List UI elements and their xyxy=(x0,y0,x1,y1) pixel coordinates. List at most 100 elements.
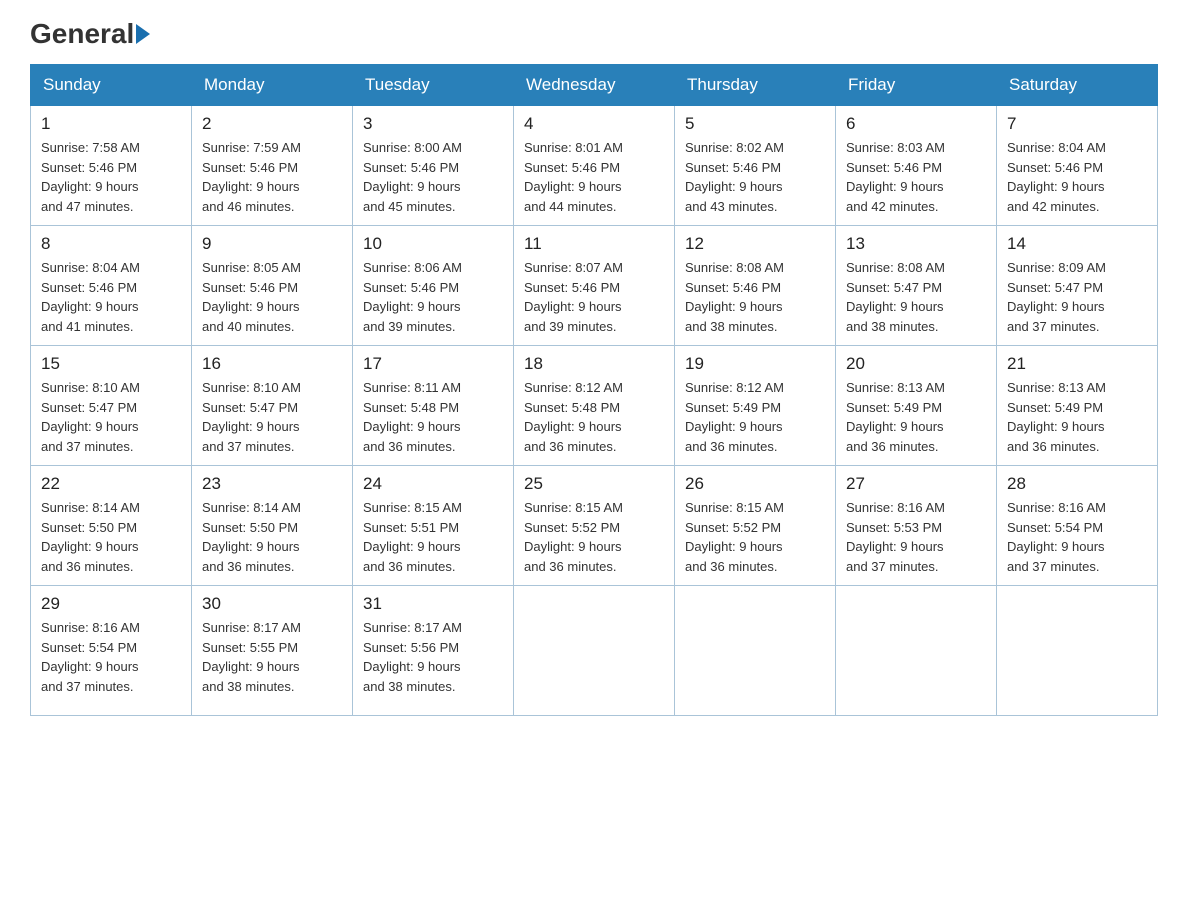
calendar-cell: 18 Sunrise: 8:12 AM Sunset: 5:48 PM Dayl… xyxy=(514,346,675,466)
day-number: 6 xyxy=(846,114,986,134)
weekday-header-monday: Monday xyxy=(192,65,353,106)
weekday-header-friday: Friday xyxy=(836,65,997,106)
day-number: 22 xyxy=(41,474,181,494)
calendar: SundayMondayTuesdayWednesdayThursdayFrid… xyxy=(30,64,1158,716)
header: General xyxy=(30,20,1158,44)
logo-general-text: General xyxy=(30,20,134,48)
day-info: Sunrise: 8:10 AM Sunset: 5:47 PM Dayligh… xyxy=(41,378,181,456)
day-number: 19 xyxy=(685,354,825,374)
calendar-cell xyxy=(675,586,836,716)
logo-arrow-icon xyxy=(136,24,150,44)
day-info: Sunrise: 8:08 AM Sunset: 5:46 PM Dayligh… xyxy=(685,258,825,336)
day-number: 15 xyxy=(41,354,181,374)
day-info: Sunrise: 8:17 AM Sunset: 5:56 PM Dayligh… xyxy=(363,618,503,696)
day-number: 20 xyxy=(846,354,986,374)
day-info: Sunrise: 8:13 AM Sunset: 5:49 PM Dayligh… xyxy=(846,378,986,456)
calendar-cell: 4 Sunrise: 8:01 AM Sunset: 5:46 PM Dayli… xyxy=(514,106,675,226)
weekday-header-wednesday: Wednesday xyxy=(514,65,675,106)
calendar-cell: 29 Sunrise: 8:16 AM Sunset: 5:54 PM Dayl… xyxy=(31,586,192,716)
day-number: 8 xyxy=(41,234,181,254)
week-row-3: 15 Sunrise: 8:10 AM Sunset: 5:47 PM Dayl… xyxy=(31,346,1158,466)
day-number: 13 xyxy=(846,234,986,254)
day-number: 29 xyxy=(41,594,181,614)
day-number: 7 xyxy=(1007,114,1147,134)
calendar-cell xyxy=(836,586,997,716)
day-info: Sunrise: 8:10 AM Sunset: 5:47 PM Dayligh… xyxy=(202,378,342,456)
calendar-cell: 5 Sunrise: 8:02 AM Sunset: 5:46 PM Dayli… xyxy=(675,106,836,226)
day-number: 9 xyxy=(202,234,342,254)
calendar-cell: 25 Sunrise: 8:15 AM Sunset: 5:52 PM Dayl… xyxy=(514,466,675,586)
day-info: Sunrise: 8:16 AM Sunset: 5:53 PM Dayligh… xyxy=(846,498,986,576)
day-info: Sunrise: 8:13 AM Sunset: 5:49 PM Dayligh… xyxy=(1007,378,1147,456)
day-number: 30 xyxy=(202,594,342,614)
day-info: Sunrise: 8:06 AM Sunset: 5:46 PM Dayligh… xyxy=(363,258,503,336)
day-number: 18 xyxy=(524,354,664,374)
day-number: 5 xyxy=(685,114,825,134)
week-row-1: 1 Sunrise: 7:58 AM Sunset: 5:46 PM Dayli… xyxy=(31,106,1158,226)
calendar-cell: 3 Sunrise: 8:00 AM Sunset: 5:46 PM Dayli… xyxy=(353,106,514,226)
calendar-cell: 2 Sunrise: 7:59 AM Sunset: 5:46 PM Dayli… xyxy=(192,106,353,226)
week-row-5: 29 Sunrise: 8:16 AM Sunset: 5:54 PM Dayl… xyxy=(31,586,1158,716)
day-info: Sunrise: 8:07 AM Sunset: 5:46 PM Dayligh… xyxy=(524,258,664,336)
day-info: Sunrise: 8:17 AM Sunset: 5:55 PM Dayligh… xyxy=(202,618,342,696)
day-number: 21 xyxy=(1007,354,1147,374)
calendar-cell: 10 Sunrise: 8:06 AM Sunset: 5:46 PM Dayl… xyxy=(353,226,514,346)
day-number: 2 xyxy=(202,114,342,134)
calendar-cell xyxy=(997,586,1158,716)
day-number: 23 xyxy=(202,474,342,494)
day-info: Sunrise: 8:03 AM Sunset: 5:46 PM Dayligh… xyxy=(846,138,986,216)
logo: General xyxy=(30,20,152,44)
day-number: 28 xyxy=(1007,474,1147,494)
calendar-cell: 19 Sunrise: 8:12 AM Sunset: 5:49 PM Dayl… xyxy=(675,346,836,466)
day-info: Sunrise: 8:05 AM Sunset: 5:46 PM Dayligh… xyxy=(202,258,342,336)
day-number: 27 xyxy=(846,474,986,494)
day-info: Sunrise: 8:02 AM Sunset: 5:46 PM Dayligh… xyxy=(685,138,825,216)
calendar-cell: 27 Sunrise: 8:16 AM Sunset: 5:53 PM Dayl… xyxy=(836,466,997,586)
calendar-cell: 9 Sunrise: 8:05 AM Sunset: 5:46 PM Dayli… xyxy=(192,226,353,346)
calendar-cell: 31 Sunrise: 8:17 AM Sunset: 5:56 PM Dayl… xyxy=(353,586,514,716)
day-info: Sunrise: 8:09 AM Sunset: 5:47 PM Dayligh… xyxy=(1007,258,1147,336)
day-number: 25 xyxy=(524,474,664,494)
calendar-cell: 22 Sunrise: 8:14 AM Sunset: 5:50 PM Dayl… xyxy=(31,466,192,586)
day-number: 31 xyxy=(363,594,503,614)
calendar-cell: 30 Sunrise: 8:17 AM Sunset: 5:55 PM Dayl… xyxy=(192,586,353,716)
day-info: Sunrise: 8:15 AM Sunset: 5:52 PM Dayligh… xyxy=(524,498,664,576)
calendar-cell: 8 Sunrise: 8:04 AM Sunset: 5:46 PM Dayli… xyxy=(31,226,192,346)
day-info: Sunrise: 8:12 AM Sunset: 5:49 PM Dayligh… xyxy=(685,378,825,456)
day-number: 11 xyxy=(524,234,664,254)
weekday-header-saturday: Saturday xyxy=(997,65,1158,106)
week-row-4: 22 Sunrise: 8:14 AM Sunset: 5:50 PM Dayl… xyxy=(31,466,1158,586)
day-info: Sunrise: 8:08 AM Sunset: 5:47 PM Dayligh… xyxy=(846,258,986,336)
day-info: Sunrise: 8:01 AM Sunset: 5:46 PM Dayligh… xyxy=(524,138,664,216)
day-number: 17 xyxy=(363,354,503,374)
calendar-cell: 16 Sunrise: 8:10 AM Sunset: 5:47 PM Dayl… xyxy=(192,346,353,466)
day-info: Sunrise: 8:15 AM Sunset: 5:52 PM Dayligh… xyxy=(685,498,825,576)
day-info: Sunrise: 8:04 AM Sunset: 5:46 PM Dayligh… xyxy=(41,258,181,336)
day-number: 3 xyxy=(363,114,503,134)
calendar-cell: 21 Sunrise: 8:13 AM Sunset: 5:49 PM Dayl… xyxy=(997,346,1158,466)
day-number: 1 xyxy=(41,114,181,134)
calendar-cell: 24 Sunrise: 8:15 AM Sunset: 5:51 PM Dayl… xyxy=(353,466,514,586)
calendar-cell: 6 Sunrise: 8:03 AM Sunset: 5:46 PM Dayli… xyxy=(836,106,997,226)
day-info: Sunrise: 8:16 AM Sunset: 5:54 PM Dayligh… xyxy=(1007,498,1147,576)
calendar-cell: 26 Sunrise: 8:15 AM Sunset: 5:52 PM Dayl… xyxy=(675,466,836,586)
calendar-cell: 17 Sunrise: 8:11 AM Sunset: 5:48 PM Dayl… xyxy=(353,346,514,466)
day-info: Sunrise: 8:15 AM Sunset: 5:51 PM Dayligh… xyxy=(363,498,503,576)
day-number: 16 xyxy=(202,354,342,374)
day-info: Sunrise: 8:11 AM Sunset: 5:48 PM Dayligh… xyxy=(363,378,503,456)
day-info: Sunrise: 8:14 AM Sunset: 5:50 PM Dayligh… xyxy=(41,498,181,576)
day-number: 10 xyxy=(363,234,503,254)
day-number: 14 xyxy=(1007,234,1147,254)
calendar-cell: 20 Sunrise: 8:13 AM Sunset: 5:49 PM Dayl… xyxy=(836,346,997,466)
weekday-header-row: SundayMondayTuesdayWednesdayThursdayFrid… xyxy=(31,65,1158,106)
day-info: Sunrise: 8:04 AM Sunset: 5:46 PM Dayligh… xyxy=(1007,138,1147,216)
day-number: 26 xyxy=(685,474,825,494)
calendar-cell: 13 Sunrise: 8:08 AM Sunset: 5:47 PM Dayl… xyxy=(836,226,997,346)
calendar-cell: 11 Sunrise: 8:07 AM Sunset: 5:46 PM Dayl… xyxy=(514,226,675,346)
weekday-header-sunday: Sunday xyxy=(31,65,192,106)
day-number: 12 xyxy=(685,234,825,254)
calendar-cell: 1 Sunrise: 7:58 AM Sunset: 5:46 PM Dayli… xyxy=(31,106,192,226)
day-info: Sunrise: 8:14 AM Sunset: 5:50 PM Dayligh… xyxy=(202,498,342,576)
calendar-cell: 28 Sunrise: 8:16 AM Sunset: 5:54 PM Dayl… xyxy=(997,466,1158,586)
day-info: Sunrise: 8:00 AM Sunset: 5:46 PM Dayligh… xyxy=(363,138,503,216)
